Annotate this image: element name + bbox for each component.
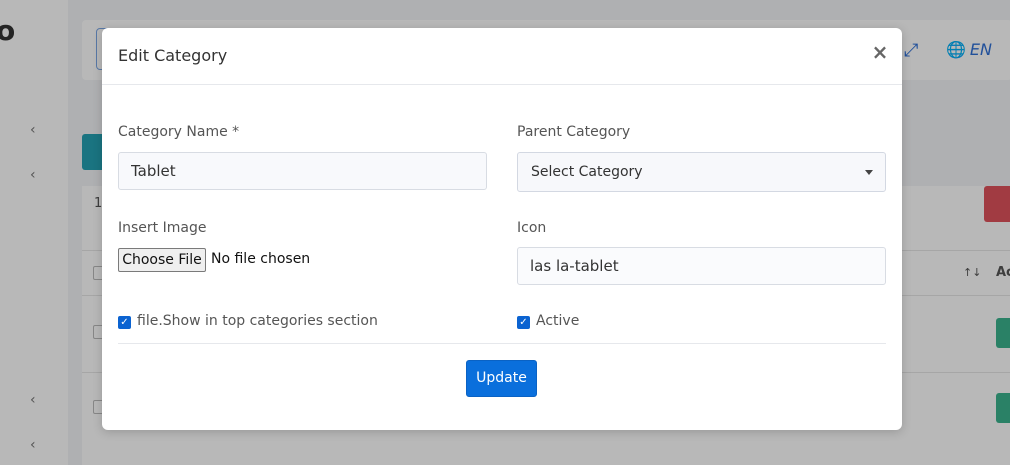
- parent-category-selected: Select Category: [531, 164, 643, 180]
- modal-header: Edit Category ×: [102, 28, 902, 85]
- checkmark-icon: ✓: [519, 317, 528, 328]
- category-name-label: Category Name *: [118, 124, 240, 140]
- icon-input[interactable]: [517, 247, 886, 285]
- file-status-text: No file chosen: [211, 251, 311, 267]
- icon-label: Icon: [517, 220, 547, 236]
- active-checkbox[interactable]: ✓: [517, 316, 530, 329]
- checkmark-icon: ✓: [120, 317, 129, 328]
- parent-category-select[interactable]: Select Category: [517, 152, 886, 192]
- choose-file-button[interactable]: Choose File: [118, 248, 206, 272]
- parent-category-label: Parent Category: [517, 124, 631, 140]
- modal-title: Edit Category: [118, 46, 228, 65]
- top-categories-label[interactable]: file.Show in top categories section: [137, 313, 378, 329]
- active-label[interactable]: Active: [536, 313, 579, 329]
- top-categories-checkbox[interactable]: ✓: [118, 316, 131, 329]
- insert-image-label: Insert Image: [118, 220, 207, 236]
- close-icon[interactable]: ×: [870, 40, 890, 64]
- divider: [118, 343, 886, 344]
- chevron-down-icon: [865, 170, 873, 175]
- category-name-input[interactable]: [118, 152, 487, 190]
- update-button[interactable]: Update: [466, 360, 537, 397]
- edit-category-modal: Edit Category × Category Name * Parent C…: [102, 28, 902, 430]
